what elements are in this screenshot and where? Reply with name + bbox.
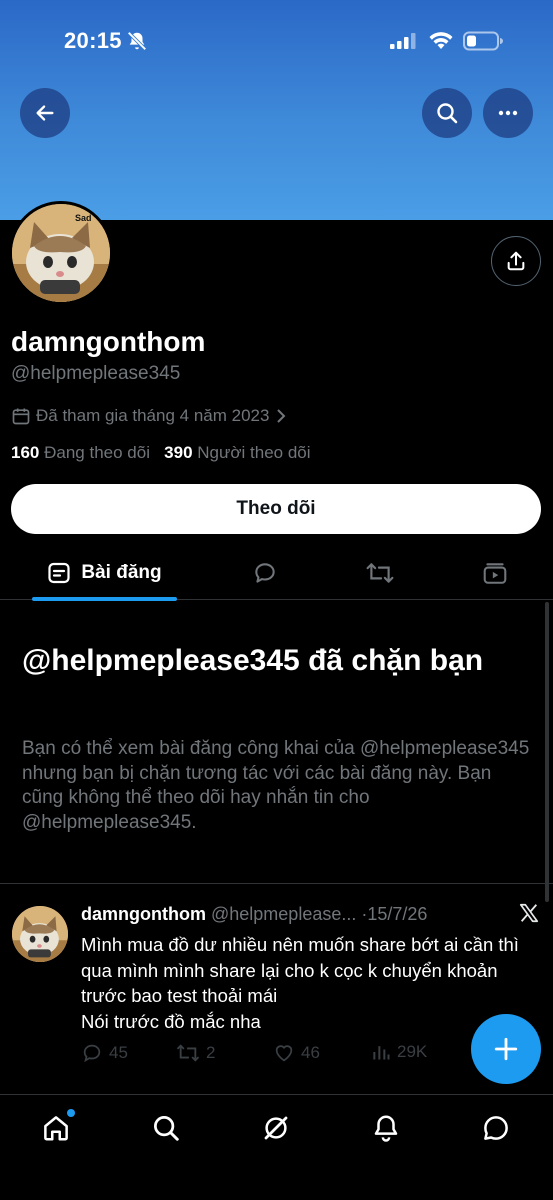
plus-icon <box>494 1037 518 1061</box>
search-icon <box>437 103 458 124</box>
nav-search[interactable] <box>149 1111 183 1145</box>
notification-dot <box>67 1109 75 1117</box>
post-text: Mình mua đồ dư nhiều nên muốn share bớt … <box>81 932 536 1034</box>
post-header: damngonthom @helpmeplease... ·15/7/26 <box>81 904 427 925</box>
status-bar: 20:15 <box>0 0 553 80</box>
search-button[interactable] <box>422 88 472 138</box>
post-date: 15/7/26 <box>367 904 428 924</box>
post-author-name[interactable]: damngonthom <box>81 904 206 924</box>
views-chart-icon <box>373 1046 390 1060</box>
followers-label: Người theo dõi <box>197 443 311 462</box>
repost-count: 2 <box>206 1043 216 1062</box>
compose-post-button[interactable] <box>471 1014 541 1084</box>
post-author-handle[interactable]: @helpmeplease... <box>211 904 356 924</box>
tab-posts-label: Bài đăng <box>81 561 162 583</box>
cellular-signal-icon <box>390 33 416 49</box>
reply-count: 45 <box>109 1043 128 1062</box>
tab-reposts[interactable] <box>355 545 405 600</box>
follow-stats: 160 Đang theo dõi 390 Người theo dõi <box>11 443 311 463</box>
joined-date[interactable]: Đã tham gia tháng 4 năm 2023 <box>11 406 288 426</box>
more-options-button[interactable] <box>483 88 533 138</box>
post-text-line1: Mình mua đồ dư nhiều nên muốn share bớt … <box>81 934 519 1006</box>
share-button[interactable] <box>491 236 541 286</box>
post-actions: 45 2 46 29K <box>81 1042 521 1066</box>
bottom-navigation <box>0 1094 553 1200</box>
following-link[interactable]: 160 Đang theo dõi <box>11 443 150 462</box>
back-button[interactable] <box>20 88 70 138</box>
follow-button[interactable]: Theo dõi <box>11 484 541 534</box>
share-upload-icon <box>507 251 525 271</box>
profile-display-name: damngonthom <box>11 326 206 357</box>
profile-tabs: Bài đăng <box>0 545 553 601</box>
nav-messages[interactable] <box>479 1111 513 1145</box>
post-author-avatar[interactable] <box>12 906 68 962</box>
followers-link[interactable]: 390 Người theo dõi <box>164 443 310 462</box>
status-time: 20:15 <box>64 28 122 53</box>
more-horizontal-icon <box>498 110 518 116</box>
home-icon <box>44 1116 68 1141</box>
like-count: 46 <box>301 1043 320 1062</box>
heart-icon <box>275 1045 293 1062</box>
post-text-line2: Nói trước đồ mắc nha <box>81 1010 261 1032</box>
joined-label: Đã tham gia tháng 4 năm 2023 <box>36 406 270 425</box>
tab-media[interactable] <box>470 545 520 600</box>
bell-icon <box>374 1115 398 1142</box>
repost-action[interactable]: 2 <box>176 1042 215 1064</box>
post-card[interactable]: damngonthom @helpmeplease... ·15/7/26 Mì… <box>0 883 553 1093</box>
tab-replies[interactable] <box>240 545 290 600</box>
scrollbar[interactable] <box>545 602 549 902</box>
back-arrow-icon <box>36 105 54 121</box>
replies-icon <box>255 562 275 583</box>
blocked-notice-body: Bạn có thể xem bài đăng công khai của @h… <box>22 738 530 833</box>
profile-avatar[interactable]: Sad <box>9 201 113 305</box>
active-tab-indicator <box>32 597 177 601</box>
reply-action[interactable]: 45 <box>81 1042 128 1064</box>
reply-icon <box>83 1044 101 1063</box>
search-icon <box>154 1116 179 1141</box>
chat-bubble-icon <box>484 1116 508 1140</box>
avatar-caption: Sad <box>75 213 92 223</box>
tab-posts[interactable]: Bài đăng <box>32 545 177 601</box>
blocked-notice-title: @helpmeplease345 đã chặn bạn <box>22 644 484 677</box>
following-label: Đang theo dõi <box>44 443 150 462</box>
nav-home[interactable] <box>39 1109 75 1145</box>
views-action[interactable]: 29K <box>371 1042 427 1062</box>
x-logo-icon <box>519 903 539 923</box>
profile-handle: @helpmeplease345 <box>11 363 181 384</box>
cat-avatar-image: Sad <box>12 204 110 302</box>
nav-grok[interactable] <box>259 1111 293 1145</box>
reposts-icon <box>366 562 394 583</box>
posts-icon <box>48 562 70 583</box>
grok-icon <box>264 1116 288 1140</box>
nav-notifications[interactable] <box>369 1111 403 1145</box>
repost-icon <box>176 1044 200 1062</box>
views-count: 29K <box>397 1042 428 1061</box>
following-count: 160 <box>11 443 40 462</box>
like-action[interactable]: 46 <box>273 1042 320 1064</box>
cat-avatar-image <box>12 906 68 962</box>
followers-count: 390 <box>164 443 193 462</box>
battery-icon <box>463 31 503 51</box>
bell-muted-icon <box>127 31 147 51</box>
media-icon <box>483 562 507 584</box>
wifi-icon <box>429 32 453 49</box>
chevron-right-icon <box>277 409 286 423</box>
calendar-icon <box>12 408 30 425</box>
